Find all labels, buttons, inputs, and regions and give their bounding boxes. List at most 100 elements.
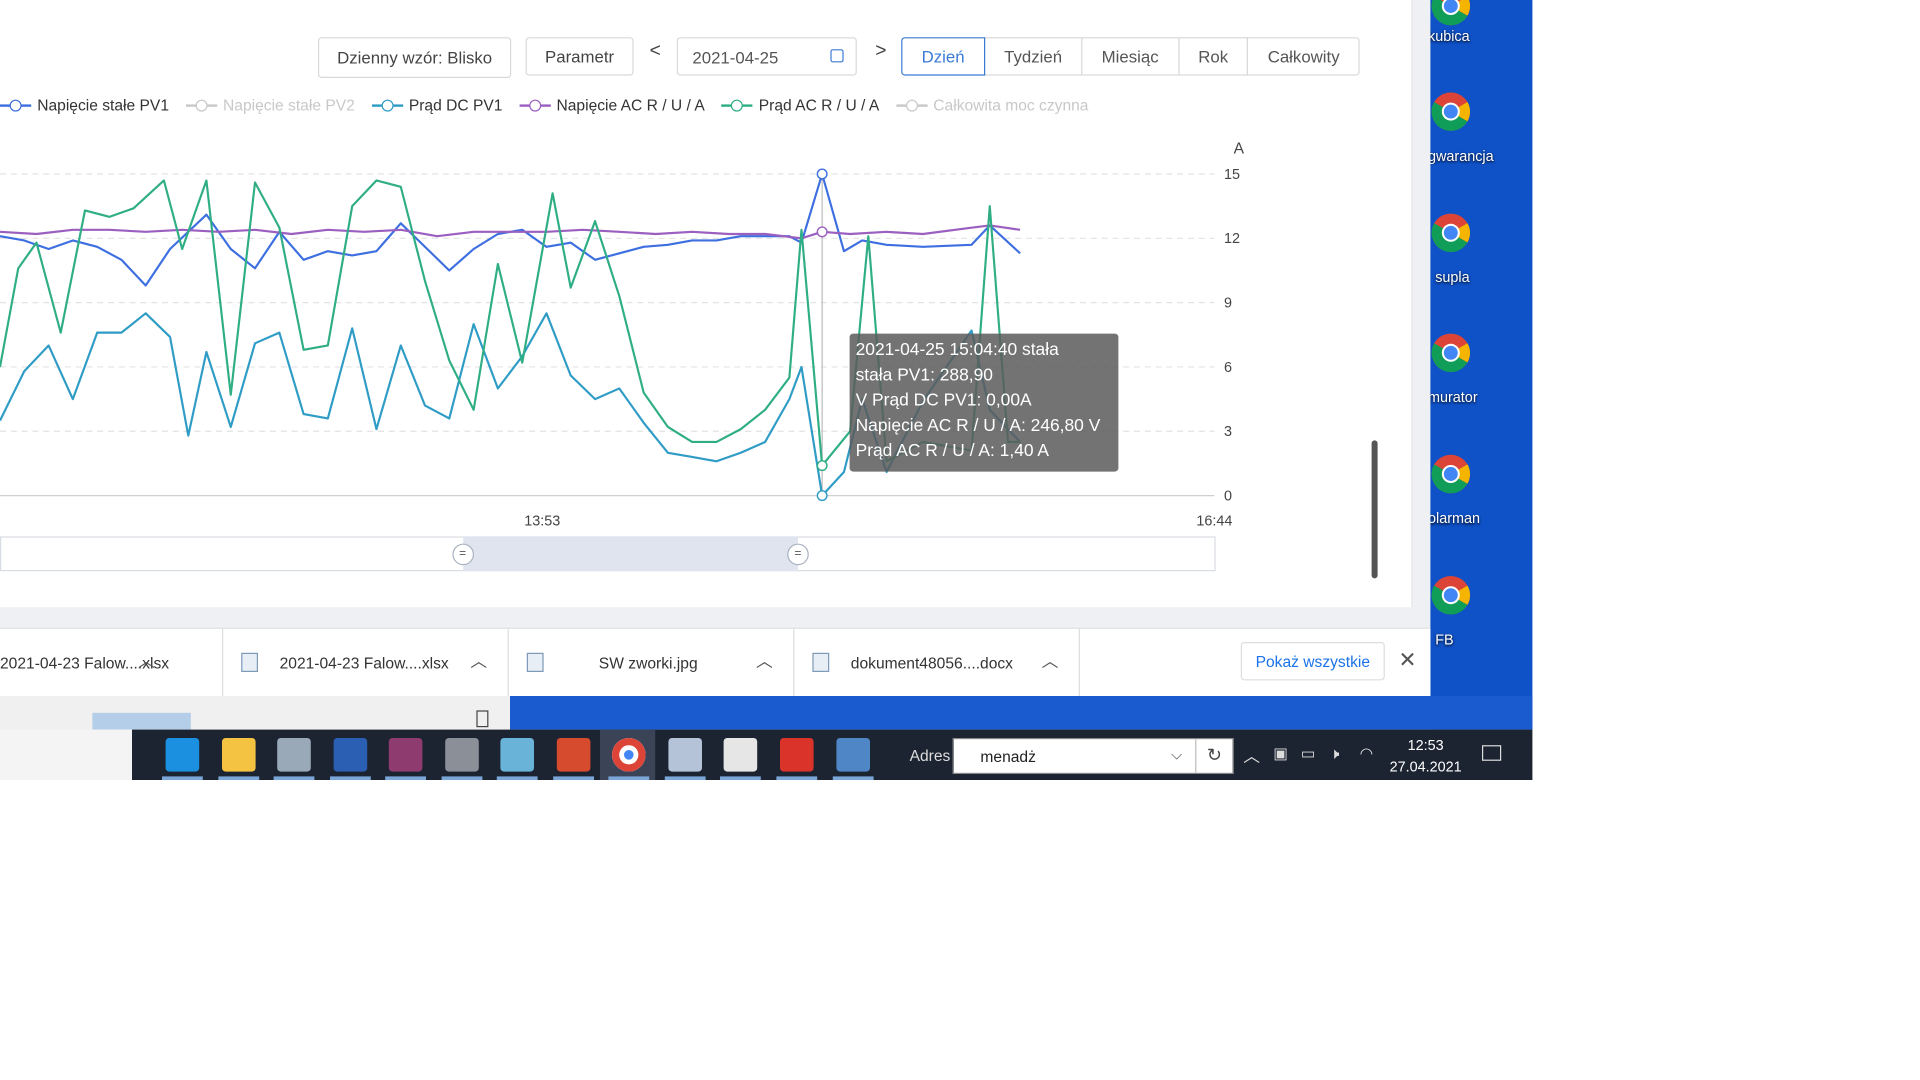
parameter-button[interactable]: Parametr <box>525 37 634 76</box>
tooltip-line: stała PV1: 288,90 <box>855 366 993 386</box>
zoom-handle-end[interactable]: = <box>787 543 809 566</box>
meet-now-icon[interactable]: ▣ <box>1273 744 1288 763</box>
close-downloads-icon[interactable]: ✕ <box>1398 648 1417 673</box>
paint-icon[interactable] <box>668 738 702 772</box>
notifications-icon[interactable] <box>1482 745 1502 761</box>
taskbar-running-indicator <box>832 776 874 781</box>
clock-time: 12:53 <box>1407 736 1444 754</box>
date-value: 2021-04-25 <box>692 48 779 68</box>
address-value: menadż <box>980 747 1036 766</box>
word-icon[interactable] <box>333 738 368 772</box>
taskbar-running-indicator <box>330 776 371 781</box>
tray-expand-icon[interactable]: ︿ <box>1243 744 1260 768</box>
desktop-shortcut[interactable]: kubica <box>1428 0 1532 94</box>
hover-point-marker <box>816 490 828 502</box>
desktop-shortcut[interactable]: olarman <box>1428 454 1532 562</box>
taskbar-left-area <box>0 729 132 781</box>
file-explorer-icon[interactable] <box>222 738 256 772</box>
desktop: kubica gwarancja supla murator olarman FB <box>1428 0 1533 730</box>
legend-item[interactable]: Całkowita moc czynna <box>896 96 1088 114</box>
y-tick-label: 9 <box>1224 295 1232 311</box>
legend-marker-icon <box>0 98 32 112</box>
vertical-scrollbar[interactable] <box>1371 440 1378 579</box>
app-icon[interactable] <box>445 738 479 772</box>
hover-point-marker <box>816 460 828 472</box>
range-tab[interactable]: Dzień <box>901 37 985 76</box>
refresh-icon[interactable]: ↻ <box>1195 739 1232 773</box>
legend-marker-icon <box>896 98 928 112</box>
show-all-downloads-button[interactable]: Pokaż wszystkie <box>1240 642 1385 681</box>
y-tick-label: 12 <box>1224 231 1240 247</box>
taskbar-clock[interactable]: 12:53 27.04.2021 <box>1380 734 1471 777</box>
range-tab[interactable]: Całkowity <box>1247 37 1360 76</box>
calculator-icon[interactable] <box>277 738 311 772</box>
winrar-icon[interactable] <box>388 738 423 772</box>
date-picker-input[interactable]: 2021-04-25 <box>676 37 857 76</box>
download-item[interactable]: 2021-04-23 Falow....xlsx ︿ <box>0 628 224 698</box>
desktop-shortcut-label: FB <box>1435 631 1454 648</box>
y-unit-label: A <box>1234 141 1245 158</box>
desktop-shortcut[interactable]: FB <box>1428 575 1532 683</box>
next-date-chevron-icon[interactable]: > <box>869 41 893 63</box>
pdf-icon[interactable] <box>780 738 814 772</box>
volume-muted-icon[interactable]: 🕨 <box>1330 744 1340 763</box>
desktop-shortcut-label: kubica <box>1428 27 1470 45</box>
zoom-handle-start[interactable]: = <box>451 543 474 566</box>
chart-card: Dzienny wzór: Blisko Parametr < 2021-04-… <box>0 0 1413 608</box>
legend-item[interactable]: Prąd DC PV1 <box>371 96 502 114</box>
chevron-up-icon[interactable]: ︿ <box>1042 649 1059 673</box>
app-icon[interactable] <box>500 738 534 772</box>
download-filename: SW zworki.jpg <box>598 654 698 672</box>
chrome-icon <box>1431 454 1471 494</box>
range-tab[interactable]: Miesiąc <box>1081 37 1180 76</box>
daily-pattern-button[interactable]: Dzienny wzór: Blisko <box>318 37 512 78</box>
y-tick-label: 6 <box>1224 360 1232 376</box>
xls-icon[interactable] <box>723 738 758 772</box>
chrome-icon[interactable] <box>612 738 646 772</box>
wifi-icon[interactable]: ◠ <box>1360 744 1374 763</box>
chevron-up-icon[interactable]: ︿ <box>138 649 155 673</box>
desktop-shortcut[interactable]: gwarancja <box>1428 91 1532 199</box>
download-item[interactable]: SW zworki.jpg ︿ <box>508 628 795 698</box>
legend-item[interactable]: Napięcie stałe PV2 <box>185 96 355 114</box>
download-filename: 2021-04-23 Falow....xlsx <box>279 654 449 672</box>
legend-marker-icon <box>185 98 218 112</box>
taskbar-running-indicator <box>218 776 260 781</box>
prev-date-chevron-icon[interactable]: < <box>643 41 667 63</box>
chart-legend: Napięcie stałe PV1 Napięcie stałe PV2 Prąd… <box>0 96 1105 114</box>
chrome-icon <box>1431 0 1471 26</box>
tooltip-line: V Prąd DC PV1: 0,00A <box>855 391 1032 411</box>
app-icon[interactable] <box>556 738 591 772</box>
legend-item[interactable]: Napięcie AC R / U / A <box>519 96 705 114</box>
address-dropdown-icon[interactable]: ⌵ <box>1171 746 1182 764</box>
hover-point-marker <box>816 168 828 180</box>
desktop-shortcut-label: supla <box>1435 268 1470 286</box>
range-tab[interactable]: Rok <box>1177 37 1249 76</box>
legend-item[interactable]: Napięcie stałe PV1 <box>0 96 169 114</box>
trash-icon <box>476 710 489 728</box>
tooltip-line: Prąd AC R / U / A: 1,40 A <box>855 441 1050 461</box>
file-icon <box>241 652 258 672</box>
download-item[interactable]: 2021-04-23 Falow....xlsx ︿ <box>222 628 509 698</box>
taskbar-running-indicator <box>608 776 650 781</box>
calendar-icon[interactable] <box>830 49 844 63</box>
app-icon[interactable] <box>836 738 871 772</box>
desktop-shortcut[interactable]: murator <box>1428 332 1532 440</box>
chevron-up-icon[interactable]: ︿ <box>470 649 487 673</box>
legend-label: Napięcie stałe PV1 <box>37 96 170 115</box>
chevron-up-icon[interactable]: ︿ <box>756 649 773 673</box>
taskbar-running-indicator <box>273 776 315 781</box>
address-input[interactable]: menadż ⌵ ↻ <box>952 738 1234 775</box>
battery-icon[interactable]: ▭ <box>1301 744 1316 763</box>
desktop-shortcut[interactable]: supla <box>1428 212 1532 320</box>
zoom-slider-selection[interactable] <box>462 536 798 572</box>
internet-explorer-icon[interactable] <box>165 738 200 772</box>
legend-item[interactable]: Prąd AC R / U / A <box>721 96 879 114</box>
range-tab[interactable]: Tydzień <box>983 37 1083 76</box>
chrome-icon <box>1431 92 1471 131</box>
x-tick-label: 16:44 <box>1196 514 1232 530</box>
y-tick-label: 15 <box>1224 167 1240 183</box>
download-item[interactable]: dokument48056....docx ︿ <box>793 628 1080 698</box>
desktop-strip <box>510 696 1533 730</box>
address-label: Adres <box>909 746 951 765</box>
